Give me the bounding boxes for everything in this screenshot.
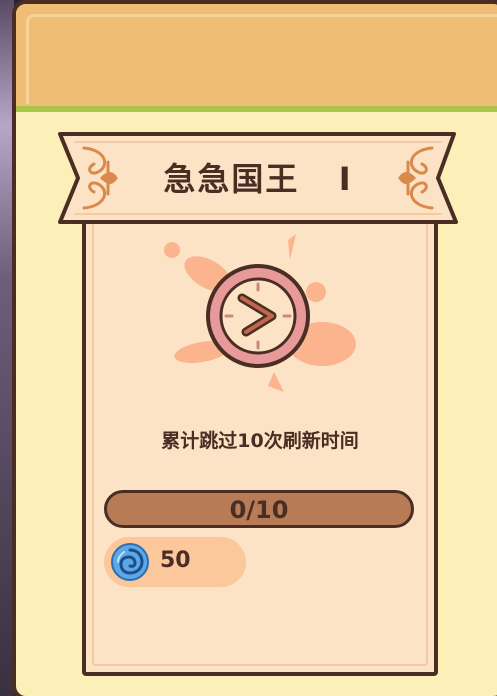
- reward-pill: 50: [104, 537, 246, 587]
- reward-amount: 50: [160, 548, 191, 573]
- blue-swirl-gem-icon: [110, 542, 150, 582]
- achievement-level: I: [338, 160, 353, 198]
- panel-header: [16, 4, 497, 112]
- progress-bar: 0/10: [104, 490, 414, 528]
- achievement-title: 急急国王: [163, 160, 300, 198]
- title-ribbon: 急急国王 I: [56, 128, 460, 228]
- progress-text: 0/10: [229, 496, 289, 524]
- achievement-description: 累计跳过10次刷新时间: [161, 430, 359, 452]
- clock-icon: [150, 232, 370, 392]
